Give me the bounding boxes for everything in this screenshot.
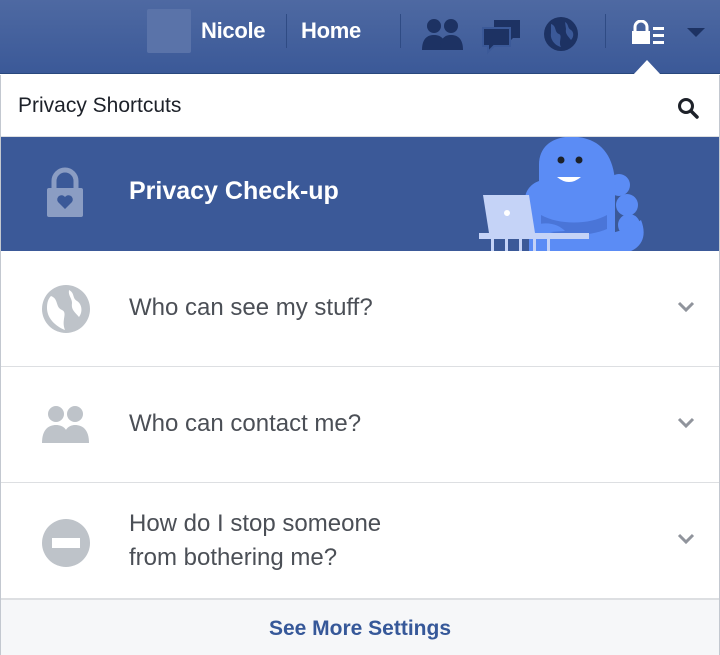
home-link[interactable]: Home	[301, 18, 361, 44]
people-icon	[42, 406, 89, 443]
privacy-shortcuts-panel: Privacy Shortcuts Privacy Check-up Who c…	[0, 75, 720, 655]
globe-icon	[42, 285, 90, 333]
chevron-down-icon[interactable]	[677, 417, 695, 429]
row-label-line: Who can see my stuff?	[129, 294, 373, 321]
chevron-down-icon[interactable]	[677, 533, 695, 545]
privacy-checkup-banner[interactable]: Privacy Check-up	[1, 137, 719, 251]
profile-link[interactable]: Nicole	[201, 18, 266, 44]
friend-requests-icon[interactable]	[420, 16, 466, 54]
account-menu-caret-icon[interactable]	[687, 28, 705, 37]
nav-divider	[400, 14, 401, 48]
privacy-dinosaur-illustration	[479, 137, 644, 251]
block-icon	[42, 519, 90, 567]
row-label: How do I stop someone from bothering me?	[129, 507, 381, 575]
row-label-line: How do I stop someone	[129, 510, 382, 537]
panel-header: Privacy Shortcuts	[1, 75, 719, 137]
stop-someone-bothering-me-row[interactable]: How do I stop someone from bothering me?	[1, 483, 719, 599]
dropdown-notch	[633, 60, 661, 75]
notifications-globe-icon[interactable]	[541, 14, 581, 54]
privacy-shortcuts-icon[interactable]	[630, 20, 666, 46]
messages-icon[interactable]	[480, 16, 524, 56]
privacy-checkup-title: Privacy Check-up	[129, 177, 339, 205]
row-label-line: from bothering me?	[129, 544, 338, 571]
see-more-settings-link[interactable]: See More Settings	[1, 617, 719, 641]
profile-avatar[interactable]	[147, 9, 191, 53]
panel-title: Privacy Shortcuts	[18, 94, 182, 117]
row-label: Who can see my stuff?	[129, 291, 373, 325]
panel-footer: See More Settings	[1, 599, 719, 655]
who-can-contact-me-row[interactable]: Who can contact me?	[1, 367, 719, 483]
row-label-line: Who can contact me?	[129, 410, 362, 437]
chevron-down-icon[interactable]	[677, 301, 695, 313]
nav-divider	[605, 14, 606, 48]
search-icon[interactable]	[677, 97, 699, 119]
nav-divider	[286, 14, 287, 48]
who-can-see-my-stuff-row[interactable]: Who can see my stuff?	[1, 251, 719, 367]
row-label: Who can contact me?	[129, 407, 361, 441]
top-nav-bar: Nicole Home	[0, 0, 720, 74]
lock-icon	[47, 167, 83, 217]
